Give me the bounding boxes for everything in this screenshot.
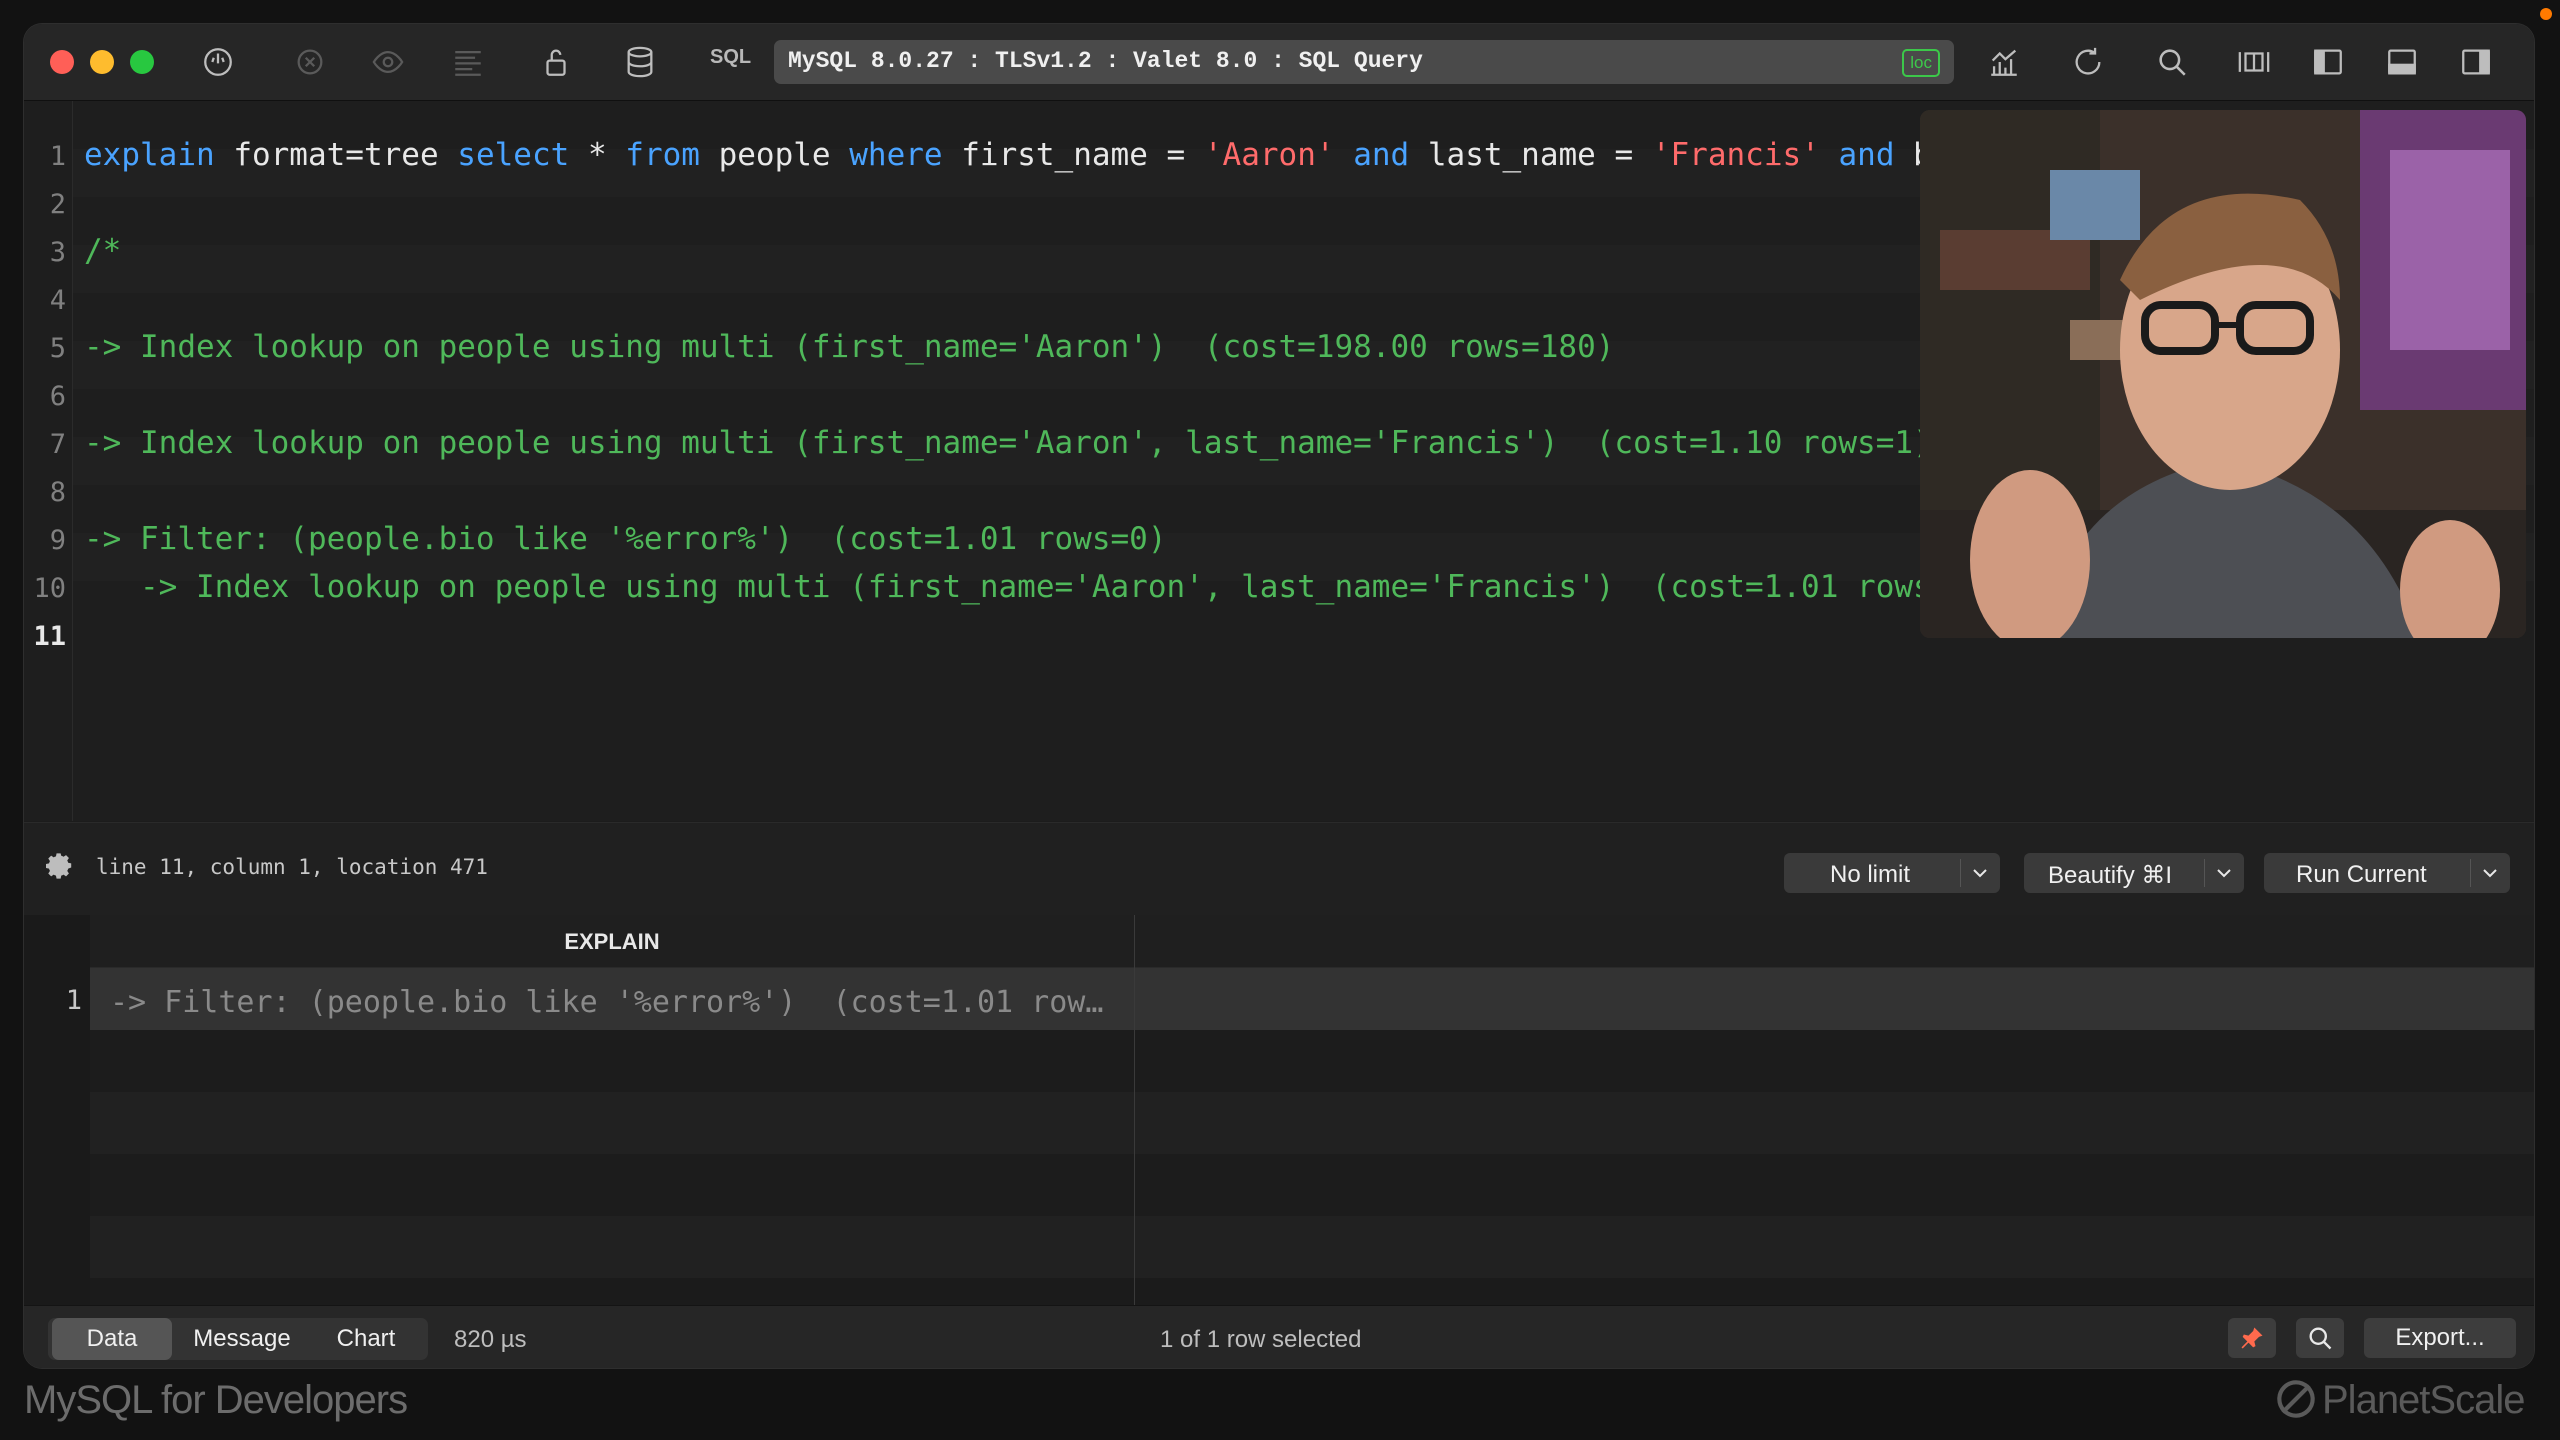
dropdown-separator xyxy=(1960,859,1961,887)
line-number: 3 xyxy=(49,237,66,268)
chevron-down-icon xyxy=(2217,869,2231,878)
line-number: 2 xyxy=(49,189,66,220)
selection-status: 1 of 1 row selected xyxy=(1160,1326,1362,1353)
line-number: 8 xyxy=(49,477,66,508)
line-number-current: 11 xyxy=(33,621,66,652)
cursor-position: line 11, column 1, location 471 xyxy=(96,855,488,879)
line-number: 5 xyxy=(49,333,66,364)
result-view-tabs: Data Message Chart xyxy=(48,1318,428,1360)
toolbar: SQL MySQL 8.0.27 : TLSv1.2 : Valet 8.0 :… xyxy=(24,24,2534,101)
course-watermark: MySQL for Developers xyxy=(24,1378,408,1422)
line-number: 4 xyxy=(49,285,66,316)
limit-dropdown[interactable]: No limit xyxy=(1784,853,2000,893)
query-timing: 820 µs xyxy=(454,1326,527,1353)
export-button[interactable]: Export... xyxy=(2364,1318,2516,1358)
brand-name: PlanetScale xyxy=(2322,1378,2525,1422)
string-token: 'Francis' xyxy=(1651,137,1820,173)
database-icon[interactable] xyxy=(618,42,662,82)
planetscale-logo-icon xyxy=(2277,1380,2315,1418)
pin-icon xyxy=(2241,1327,2263,1349)
table-row-empty xyxy=(90,1154,2534,1216)
keyword-token: from xyxy=(625,137,700,173)
run-current-button[interactable]: Run Current xyxy=(2264,853,2510,893)
refresh-icon[interactable] xyxy=(2066,42,2110,82)
gear-icon[interactable] xyxy=(44,851,76,883)
code-token: people xyxy=(699,137,850,173)
bottom-panel-icon[interactable] xyxy=(2380,42,2424,82)
left-panel-icon[interactable] xyxy=(2306,42,2350,82)
keyword-token: explain xyxy=(84,137,215,173)
run-current-label: Run Current xyxy=(2296,861,2427,888)
code-line-9: -> Filter: (people.bio like '%error%') (… xyxy=(84,521,1167,557)
dropdown-separator xyxy=(2204,859,2205,887)
columns-icon[interactable] xyxy=(2232,42,2276,82)
editor-status-bar: line 11, column 1, location 471 No limit… xyxy=(24,822,2534,915)
connection-info: MySQL 8.0.27 : TLSv1.2 : Valet 8.0 : SQL… xyxy=(788,48,1423,74)
row-number: 1 xyxy=(65,985,82,1016)
power-icon[interactable] xyxy=(196,42,240,82)
code-line-10: -> Index lookup on people using multi (f… xyxy=(84,569,1970,605)
pin-button[interactable] xyxy=(2228,1318,2276,1358)
results-grid: EXPLAIN 1 -> Filter: (people.bio like '%… xyxy=(24,915,2534,1305)
dropdown-separator xyxy=(2470,859,2471,887)
close-window-button[interactable] xyxy=(50,50,74,74)
chevron-down-icon xyxy=(1973,869,1987,878)
string-token: 'Aaron' xyxy=(1203,137,1335,173)
line-number: 9 xyxy=(49,525,66,556)
connection-bar[interactable]: MySQL 8.0.27 : TLSv1.2 : Valet 8.0 : SQL… xyxy=(774,40,1954,84)
code-line-7: -> Index lookup on people using multi (f… xyxy=(84,425,1932,461)
table-row-empty xyxy=(90,1030,2534,1092)
right-panel-icon[interactable] xyxy=(2454,42,2498,82)
stop-icon[interactable] xyxy=(288,42,332,82)
presenter-video-image xyxy=(1920,110,2526,638)
lock-icon[interactable] xyxy=(534,42,578,82)
results-footer: Data Message Chart 820 µs 1 of 1 row sel… xyxy=(24,1305,2534,1368)
sql-mode-label[interactable]: SQL xyxy=(710,46,751,69)
beautify-label: Beautify ⌘I xyxy=(2048,862,2173,889)
eye-icon[interactable] xyxy=(366,42,410,82)
format-lines-icon[interactable] xyxy=(446,42,490,82)
filter-search-button[interactable] xyxy=(2296,1318,2344,1358)
column-divider[interactable] xyxy=(1134,915,1135,1305)
beautify-button[interactable]: Beautify ⌘I xyxy=(2024,853,2244,893)
column-header-explain[interactable]: EXPLAIN xyxy=(90,929,1134,955)
line-number: 7 xyxy=(49,429,66,460)
keyword-token: and xyxy=(1838,137,1895,173)
zoom-window-button[interactable] xyxy=(130,50,154,74)
chevron-down-icon xyxy=(2483,869,2497,878)
code-token: * xyxy=(569,137,626,173)
code-token: first_name = xyxy=(942,137,1204,173)
tab-chart[interactable]: Chart xyxy=(312,1318,420,1360)
chart-icon[interactable] xyxy=(1982,42,2026,82)
code-line-1: explain format=tree select * from people… xyxy=(84,137,1969,173)
code-token: format=tree xyxy=(214,137,458,173)
line-number: 1 xyxy=(49,141,66,172)
code-token: last_name = xyxy=(1409,137,1652,173)
search-icon[interactable] xyxy=(2150,42,2194,82)
line-number: 6 xyxy=(49,381,66,412)
search-icon xyxy=(2309,1327,2332,1350)
recording-indicator xyxy=(2540,8,2552,20)
tab-data[interactable]: Data xyxy=(52,1318,172,1360)
table-row-empty xyxy=(90,1216,2534,1278)
keyword-token: select xyxy=(457,137,570,173)
minimize-window-button[interactable] xyxy=(90,50,114,74)
row-number-gutter xyxy=(24,915,90,1305)
keyword-token: where xyxy=(849,137,943,173)
limit-label: No limit xyxy=(1830,861,1911,888)
code-line-5: -> Index lookup on people using multi (f… xyxy=(84,329,1615,365)
webcam-overlay xyxy=(1920,110,2526,638)
keyword-token: and xyxy=(1353,137,1410,173)
code-line-3: /* xyxy=(84,233,122,269)
brand-watermark: PlanetScale xyxy=(2276,1378,2525,1423)
line-number: 10 xyxy=(33,573,66,604)
loc-badge: loc xyxy=(1902,49,1940,77)
table-cell[interactable]: -> Filter: (people.bio like '%error%') (… xyxy=(110,985,1103,1020)
table-row-empty xyxy=(90,1092,2534,1154)
tab-message[interactable]: Message xyxy=(176,1318,308,1360)
line-number-gutter: 1 2 3 4 5 6 7 8 9 10 11 xyxy=(24,101,73,821)
